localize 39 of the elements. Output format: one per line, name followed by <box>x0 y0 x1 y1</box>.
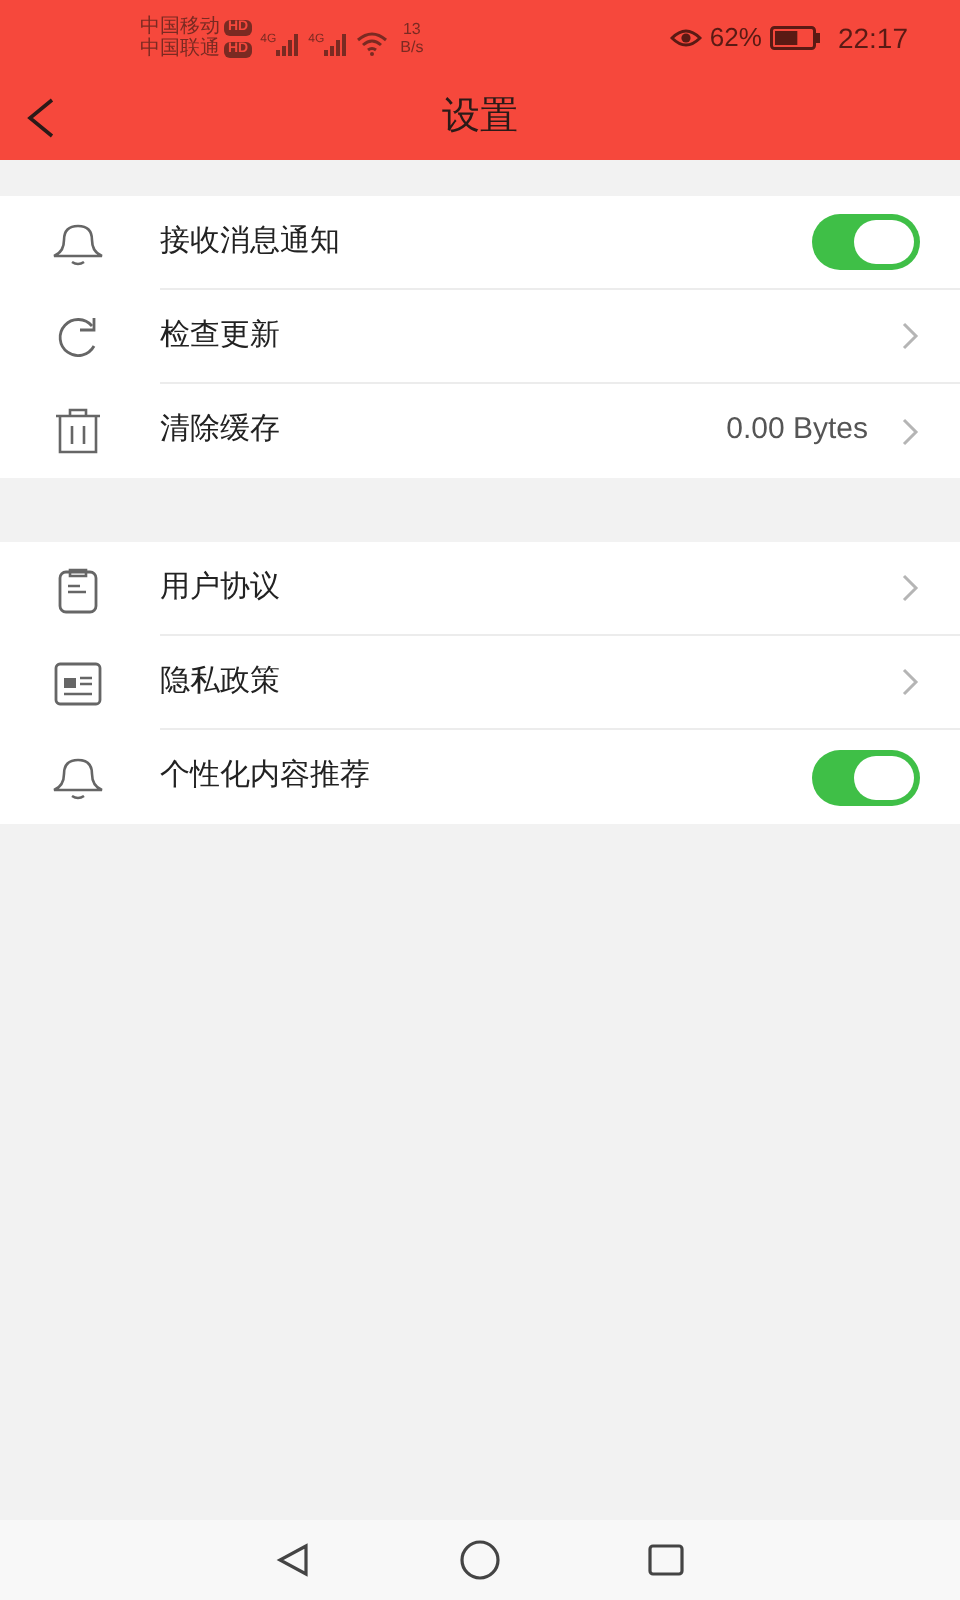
settings-row[interactable]: 隐私政策 <box>0 636 960 730</box>
speed-unit: B/s <box>400 38 424 56</box>
setting-label: 隐私政策 <box>160 661 280 702</box>
bell-icon <box>50 219 106 267</box>
signal-icon <box>276 34 301 56</box>
id-card-icon <box>54 661 102 705</box>
toggle-switch[interactable] <box>812 214 920 270</box>
setting-label: 清除缓存 <box>160 410 280 451</box>
carrier-name: 中国移动 <box>140 16 220 38</box>
trash-icon <box>54 407 102 455</box>
chevron-right-icon <box>900 417 920 445</box>
setting-label: 用户协议 <box>160 567 280 608</box>
page-title: 设置 <box>442 93 518 142</box>
wifi-icon <box>356 32 389 56</box>
battery-percent: 62% <box>709 20 762 57</box>
recent-apps-icon[interactable] <box>646 1540 686 1580</box>
setting-label: 检查更新 <box>160 315 280 356</box>
chevron-right-icon <box>900 668 920 696</box>
toggle-switch[interactable] <box>812 749 920 805</box>
battery-icon <box>769 26 822 50</box>
settings-row[interactable]: 个性化内容推荐 <box>0 730 960 824</box>
bell-icon <box>50 753 106 801</box>
chevron-right-icon <box>900 322 920 350</box>
carrier-name: 中国联通 <box>140 38 220 60</box>
settings-row[interactable]: 接收消息通知 <box>0 196 960 290</box>
chevron-right-icon <box>900 574 920 602</box>
home-icon[interactable] <box>458 1538 502 1582</box>
eye-icon <box>669 26 702 50</box>
settings-row[interactable]: 检查更新 <box>0 290 960 384</box>
setting-label: 接收消息通知 <box>160 221 340 262</box>
signal-icon <box>324 34 349 56</box>
clipboard-icon <box>56 565 100 613</box>
settings-row[interactable]: 用户协议 <box>0 542 960 636</box>
network-speed: 13 <box>402 20 421 38</box>
cache-size: 0.00 Bytes <box>726 410 868 451</box>
clock: 22:17 <box>837 19 908 57</box>
setting-label: 个性化内容推荐 <box>160 756 370 797</box>
back-icon[interactable] <box>274 1540 314 1580</box>
settings-row[interactable]: 清除缓存 0.00 Bytes <box>0 384 960 478</box>
